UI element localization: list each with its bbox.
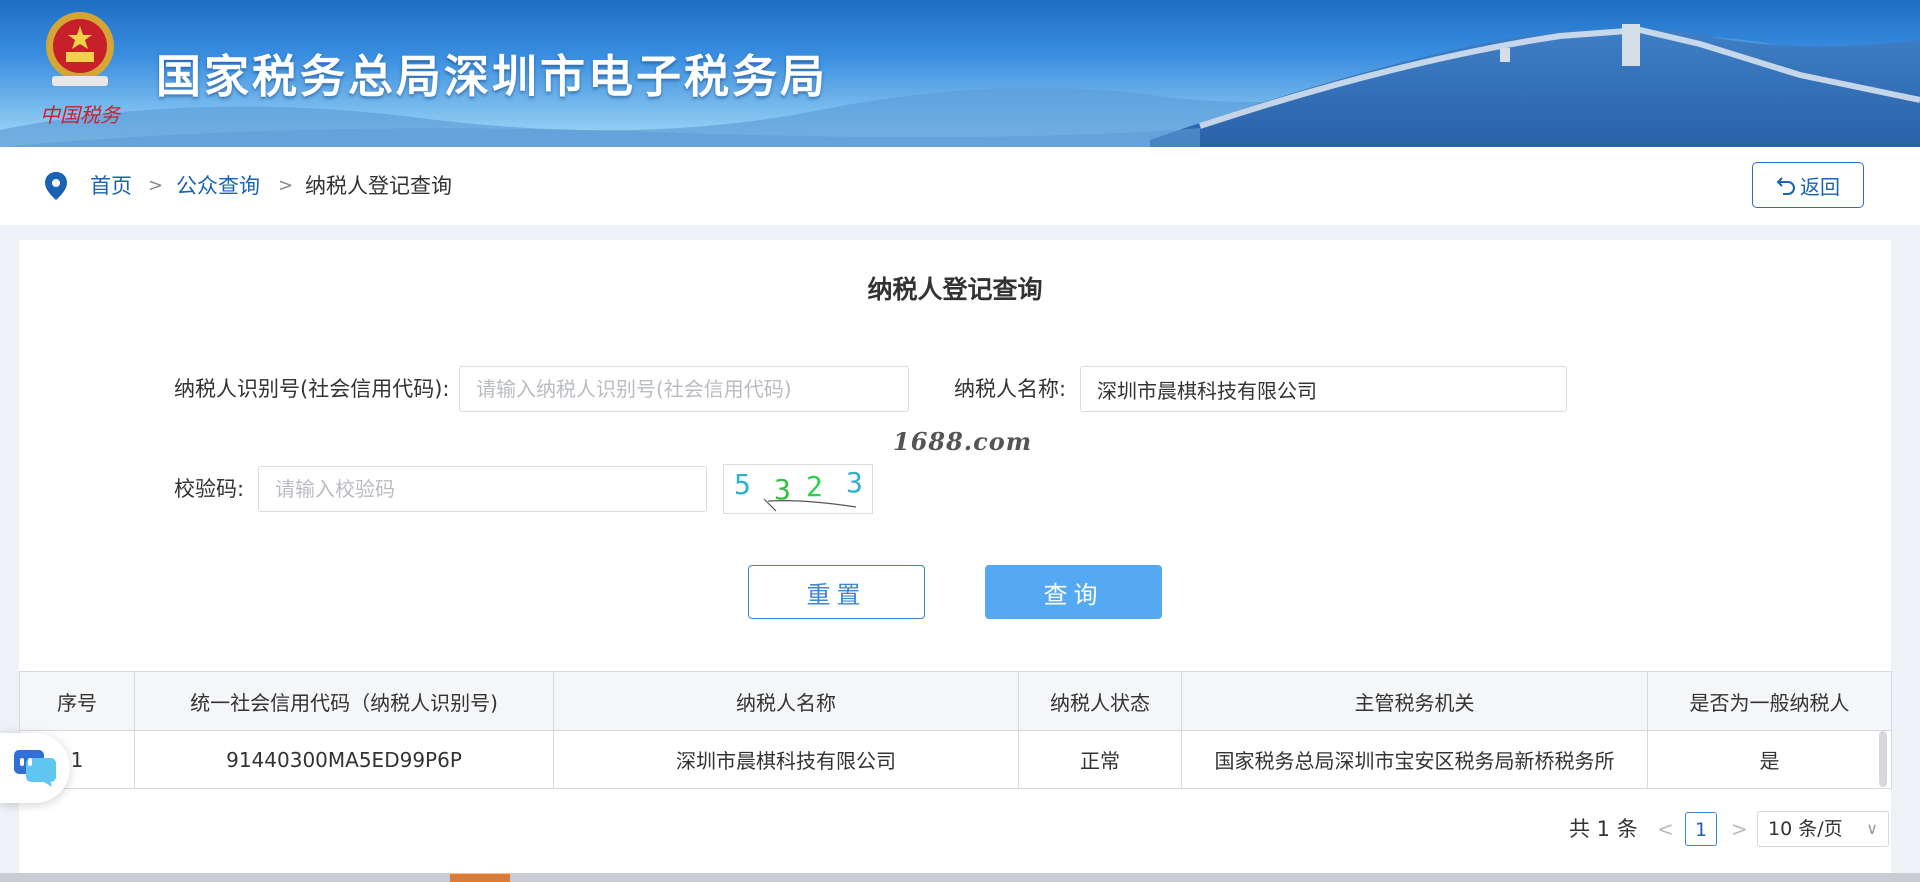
captcha-label: 校验码: bbox=[174, 477, 245, 501]
chevron-down-icon: ∨ bbox=[1866, 819, 1878, 838]
table-cell: 深圳市晨棋科技有限公司 bbox=[553, 730, 1019, 789]
chat-bubble-icon bbox=[14, 750, 56, 787]
table-header-row: 序号 统一社会信用代码（纳税人识别号) 纳税人名称 纳税人状态 主管税务机关 是… bbox=[19, 671, 1892, 731]
site-title: 国家税务总局深圳市电子税务局 bbox=[156, 50, 829, 103]
reset-button[interactable]: 重置 bbox=[748, 565, 925, 619]
column-header: 统一社会信用代码（纳税人识别号) bbox=[134, 671, 554, 731]
page-number-button[interactable]: 1 bbox=[1685, 812, 1717, 846]
location-pin-icon bbox=[45, 172, 67, 200]
svg-text:中国税务: 中国税务 bbox=[40, 103, 122, 127]
column-header: 纳税人状态 bbox=[1018, 671, 1182, 731]
national-tax-emblem-icon: 中国税务 bbox=[40, 12, 122, 127]
column-header: 是否为一般纳税人 bbox=[1647, 671, 1892, 731]
column-header: 序号 bbox=[19, 671, 135, 731]
column-header: 纳税人名称 bbox=[553, 671, 1019, 731]
page-size-value: 10 条/页 bbox=[1768, 818, 1843, 840]
table-row: 1 91440300MA5ED99P6P 深圳市晨棋科技有限公司 正常 国家税务… bbox=[19, 730, 1892, 789]
query-button[interactable]: 查询 bbox=[985, 565, 1162, 619]
query-panel: 纳税人登记查询 纳税人识别号(社会信用代码): 纳税人名称: 1688.com … bbox=[19, 240, 1892, 882]
horizontal-scrollbar-track[interactable] bbox=[0, 873, 1920, 882]
captcha-char: 5 bbox=[734, 468, 751, 501]
captcha-image[interactable]: 5 3 2 3 bbox=[723, 464, 873, 514]
breadcrumb-separator: > bbox=[148, 175, 164, 196]
taxpayer-name-input[interactable] bbox=[1080, 366, 1567, 412]
back-button[interactable]: 返回 bbox=[1752, 162, 1864, 208]
results-table-wrapper: 序号 统一社会信用代码（纳税人识别号) 纳税人名称 纳税人状态 主管税务机关 是… bbox=[19, 671, 1892, 789]
breadcrumb-home-link[interactable]: 首页 bbox=[90, 171, 132, 201]
header-banner: 中国税务 国家税务总局深圳市电子税务局 bbox=[0, 0, 1920, 147]
captcha-char: 2 bbox=[806, 470, 823, 503]
breadcrumb-separator: > bbox=[278, 175, 294, 196]
captcha-char: 3 bbox=[846, 466, 863, 499]
breadcrumb-current: 纳税人登记查询 bbox=[305, 174, 452, 198]
table-cell: 是 bbox=[1647, 730, 1892, 789]
taxpayer-name-label: 纳税人名称: bbox=[954, 377, 1067, 401]
chat-assistant-button[interactable] bbox=[0, 733, 70, 803]
captcha-input[interactable] bbox=[258, 466, 707, 512]
back-button-label: 返回 bbox=[1800, 174, 1840, 199]
table-cell: 正常 bbox=[1018, 730, 1182, 789]
results-table: 序号 统一社会信用代码（纳税人识别号) 纳税人名称 纳税人状态 主管税务机关 是… bbox=[19, 671, 1892, 789]
taxpayer-id-input[interactable] bbox=[459, 366, 909, 412]
table-scrollbar[interactable] bbox=[1879, 731, 1887, 787]
column-header: 主管税务机关 bbox=[1181, 671, 1648, 731]
prev-page-button[interactable]: < bbox=[1657, 812, 1674, 846]
breadcrumb: 首页 > 公众查询 > 纳税人登记查询 返回 bbox=[0, 147, 1920, 225]
table-cell: 91440300MA5ED99P6P bbox=[134, 730, 554, 789]
page-size-select[interactable]: 10 条/页 ∨ bbox=[1757, 811, 1889, 847]
captcha-image-graphic: 5 3 2 3 bbox=[734, 466, 863, 512]
next-page-button[interactable]: > bbox=[1731, 812, 1748, 846]
return-arrow-icon bbox=[1776, 177, 1795, 195]
taxpayer-id-label: 纳税人识别号(社会信用代码): bbox=[174, 377, 450, 401]
breadcrumb-public-query-link[interactable]: 公众查询 bbox=[176, 171, 260, 201]
table-cell: 国家税务总局深圳市宝安区税务局新桥税务所 bbox=[1181, 730, 1648, 789]
total-count: 共 1 条 bbox=[1569, 817, 1638, 841]
watermark: 1688.com bbox=[893, 427, 1033, 456]
page-title: 纳税人登记查询 bbox=[867, 275, 1043, 304]
horizontal-scrollbar-thumb[interactable] bbox=[450, 874, 510, 882]
